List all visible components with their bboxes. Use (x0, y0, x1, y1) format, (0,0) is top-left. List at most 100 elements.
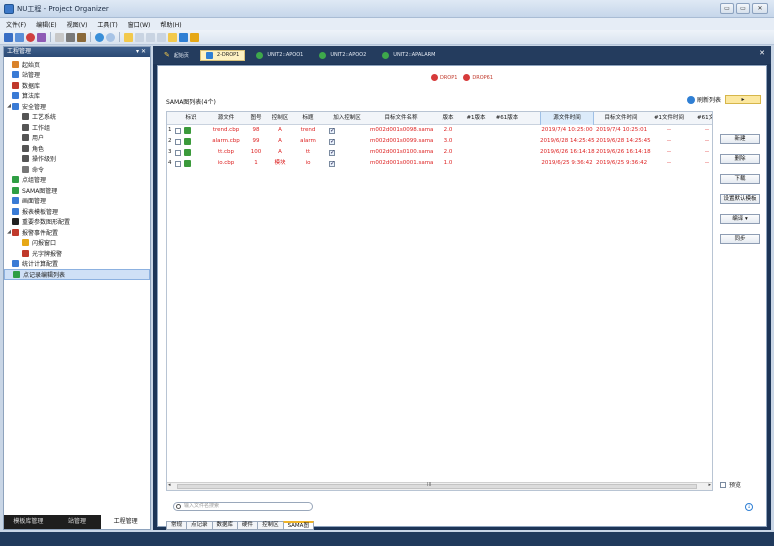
cut-icon[interactable] (66, 32, 75, 42)
new-button[interactable]: 新建 (720, 134, 760, 144)
column-header[interactable]: 加入控制区 (327, 112, 367, 125)
maximize-button[interactable]: ▭ (736, 3, 750, 14)
tree-item[interactable]: 命令 (4, 164, 150, 175)
tools-icon[interactable] (190, 32, 199, 42)
copy-icon[interactable] (55, 32, 64, 42)
minimize-button[interactable]: ▭ (720, 3, 734, 14)
tree-item[interactable]: 画面管理 (4, 196, 150, 207)
tree-item[interactable]: 站管理 (4, 70, 150, 81)
close-button[interactable]: ✕ (752, 3, 768, 14)
compile-dropdown[interactable]: 编译 ▾ (720, 214, 760, 224)
column-header[interactable]: 控制区 (268, 112, 292, 125)
window-icon[interactable] (146, 32, 155, 42)
document-tab[interactable]: 2-DROP1 (199, 49, 246, 61)
info-icon[interactable]: ↓ (745, 503, 753, 511)
detail-tab[interactable]: 硬件 (237, 521, 258, 530)
grid-icon[interactable] (179, 32, 188, 42)
join-control-area-checkbox[interactable] (329, 149, 335, 156)
column-header[interactable]: 目标文件名称 (370, 112, 432, 125)
tree-item[interactable]: SAMA图管理 (4, 185, 150, 196)
detail-tab[interactable]: 控制区 (257, 521, 283, 530)
left-tab[interactable]: 模板库管理 (4, 515, 53, 529)
column-header[interactable]: #61版本 (492, 112, 522, 125)
forward-icon[interactable] (106, 32, 115, 42)
preview-checkbox[interactable] (720, 481, 726, 488)
menu-item[interactable]: 窗口(W) (128, 20, 151, 29)
join-control-area-checkbox[interactable] (329, 138, 335, 145)
back-icon[interactable] (95, 32, 104, 42)
column-header[interactable]: 源文件时间 (540, 112, 594, 125)
column-header[interactable]: #1版本 (462, 112, 490, 125)
tree-item[interactable]: 工艺系统 (4, 112, 150, 123)
scroll-right-icon[interactable]: ▸ (708, 482, 711, 488)
horizontal-scrollbar[interactable]: ◂ III ▸ (167, 482, 712, 490)
tree-item[interactable]: 用户 (4, 133, 150, 144)
preview-toggle[interactable]: 预览 (720, 480, 741, 489)
save-all-icon[interactable] (15, 32, 24, 42)
document-tab[interactable]: ✎ 起始页 (159, 50, 194, 61)
save-icon[interactable] (4, 32, 13, 42)
pin-close-icon[interactable]: ▾ ✕ (136, 47, 146, 57)
tree-item[interactable]: 工作组 (4, 122, 150, 133)
document-tab[interactable]: UNIT2::APALARM (377, 50, 440, 61)
tree-item[interactable]: ◢ 安全管理 (4, 101, 150, 112)
tree-item[interactable]: 操作级别 (4, 154, 150, 165)
column-header[interactable]: 标题 (293, 112, 323, 125)
table-row[interactable]: 1 trend.cbp 98 Atrend m002d001s0098.sama 2.0 2… (167, 125, 712, 136)
table-row[interactable]: 4 io.cbp 1 模块 io m002d001s0001.sama 1.0 2019/6/… (167, 158, 712, 169)
tree-item[interactable]: 点记录编辑列表 (4, 269, 150, 280)
tree-item[interactable]: 统计计算配置 (4, 259, 150, 270)
delete-button[interactable]: 删除 (720, 154, 760, 164)
properties-icon[interactable] (124, 32, 133, 42)
column-header[interactable]: 目标文件时间 (596, 112, 646, 125)
tree-item[interactable]: 点组管理 (4, 175, 150, 186)
sync-button[interactable]: 同步 (720, 234, 760, 244)
menu-item[interactable]: 编辑(E) (36, 20, 56, 29)
left-tab[interactable]: 工程管理 (101, 515, 151, 529)
drop-item[interactable]: DROP61 (463, 74, 493, 81)
drop-item[interactable]: DROP1 (430, 74, 457, 81)
detail-tab[interactable]: 常规 (166, 521, 187, 530)
menu-item[interactable]: 工具(T) (97, 20, 117, 29)
row-checkbox[interactable] (175, 139, 181, 145)
detail-tab[interactable]: 数据库 (211, 521, 238, 530)
column-header[interactable]: 版本 (437, 112, 459, 125)
scroll-left-icon[interactable]: ◂ (168, 482, 171, 488)
table-row[interactable]: 3 tt.cbp 100 Att m002d001s0100.sama 2.0 2019/6… (167, 147, 712, 158)
tree-item[interactable]: 光字牌报警 (4, 248, 150, 259)
set-default-template-button[interactable]: 设置默认模板 (720, 194, 760, 204)
tree-item[interactable]: 闪报窗口 (4, 238, 150, 249)
scroll-thumb[interactable] (177, 484, 697, 489)
column-header[interactable]: 源文件 (207, 112, 245, 125)
expand-button[interactable]: ▸ (725, 95, 761, 104)
document-tab[interactable]: UNIT2::APOO1 (251, 50, 308, 61)
detail-tab[interactable]: 点记录 (186, 521, 212, 530)
download-button[interactable]: 下载 (720, 174, 760, 184)
close-document-icon[interactable]: ✕ (759, 49, 765, 57)
tree-item[interactable]: 重要参数图形配置 (4, 217, 150, 228)
file-search-input[interactable]: 输入文件名搜索 (173, 502, 313, 511)
tree-item[interactable]: 起始页 (4, 59, 150, 70)
row-checkbox[interactable] (175, 161, 181, 167)
tree-item[interactable]: 数据库 (4, 80, 150, 91)
menu-item[interactable]: 帮助(H) (160, 20, 181, 29)
join-control-area-checkbox[interactable] (329, 160, 335, 167)
column-header[interactable]: 图号 (245, 112, 267, 125)
left-tab[interactable]: 站管理 (53, 515, 102, 529)
row-checkbox[interactable] (175, 128, 181, 134)
tree-item[interactable]: 算法库 (4, 91, 150, 102)
stop-icon[interactable] (26, 32, 35, 42)
row-checkbox[interactable] (175, 150, 181, 156)
tree-item[interactable]: 报表模板管理 (4, 206, 150, 217)
folder-icon[interactable] (168, 32, 177, 42)
column-header[interactable]: #61文件 (697, 112, 712, 125)
paste-icon[interactable] (77, 32, 86, 42)
column-header[interactable]: #1文件时间 (647, 112, 691, 125)
layout-icon[interactable] (135, 32, 144, 42)
menu-item[interactable]: 视图(V) (67, 20, 88, 29)
join-control-area-checkbox[interactable] (329, 127, 335, 134)
detail-tab[interactable]: SAMA图 (282, 521, 314, 530)
column-header[interactable]: 标识 (183, 112, 199, 125)
menu-item[interactable]: 文件(F) (6, 20, 26, 29)
document-tab[interactable]: UNIT2::APOO2 (314, 50, 371, 61)
